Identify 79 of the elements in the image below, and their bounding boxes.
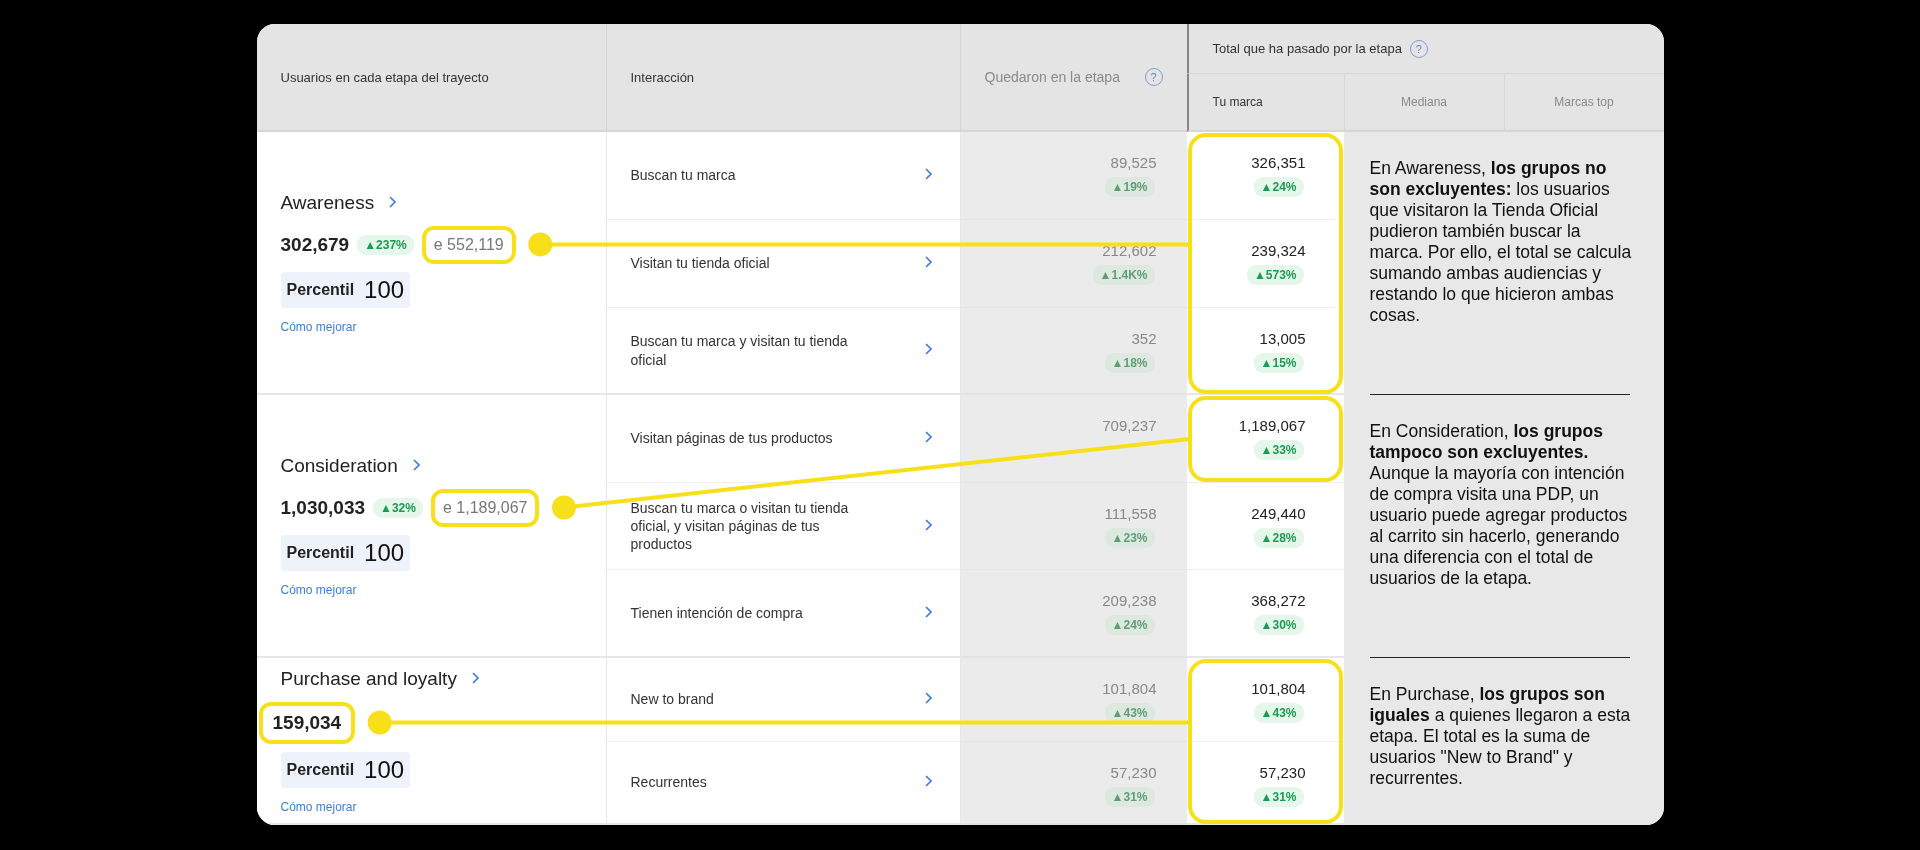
metric-value: 209,238 xyxy=(1102,592,1157,609)
change-badge: ▲573% xyxy=(1246,265,1304,285)
change-badge: ▲24% xyxy=(1253,177,1304,197)
change-badge: ▲18% xyxy=(1104,353,1155,373)
chevron-icon xyxy=(923,605,932,618)
improve-link[interactable]: Cómo mejorar xyxy=(280,582,357,597)
percentile-label: Percentil xyxy=(286,280,355,299)
chevron-icon xyxy=(923,518,932,531)
change-badge: ▲43% xyxy=(1104,703,1155,723)
metric-value: 352 xyxy=(1131,330,1157,347)
change-badge: ▲23% xyxy=(1104,528,1155,548)
change-badge: ▲19% xyxy=(1104,177,1155,197)
chevron-icon xyxy=(388,195,397,208)
metric-value: 239,324 xyxy=(1251,242,1306,259)
chevron-icon xyxy=(470,671,479,684)
annotation-text: En Purchase, los grupos son iguales a quienes llegaron a esta etapa. El total es la suma de usuarios "New to Brand" y recurrentes. xyxy=(1369,684,1632,789)
metric-value: 326,351 xyxy=(1251,154,1306,171)
stage-title: Purchase and loyalty xyxy=(280,667,457,690)
interaction-row[interactable]: Buscan tu marca o visitan tu tienda oficial, y visitan páginas de tus productos xyxy=(606,483,961,570)
metric-value: 111,558 xyxy=(1104,505,1157,522)
column-header: Interacción xyxy=(630,69,695,85)
column-header: Mediana xyxy=(1401,95,1447,109)
metric-value: 212,602 xyxy=(1102,242,1157,259)
improve-link[interactable]: Cómo mejorar xyxy=(280,799,357,814)
metric-value: 101,804 xyxy=(1251,680,1306,697)
stage-title: Consideration xyxy=(280,454,398,477)
interaction-row[interactable]: Recurrentes xyxy=(606,742,961,825)
metric-value: 101,804 xyxy=(1102,680,1157,697)
metric-value: 709,237 xyxy=(1102,417,1157,434)
percentile-value: 100 xyxy=(364,275,405,304)
change-badge: ▲237% xyxy=(357,234,414,255)
chevron-icon xyxy=(923,343,932,356)
stage-total: 1,030,033 xyxy=(280,496,366,519)
interaction-row[interactable]: Visitan tu tienda oficial xyxy=(606,220,961,308)
change-badge: ▲33% xyxy=(1253,440,1304,460)
interaction-row[interactable]: Buscan tu marca xyxy=(606,132,961,220)
column-header: Usuarios en cada etapa del trayecto xyxy=(280,69,489,85)
metric-value: 89,525 xyxy=(1110,154,1157,171)
chevron-icon xyxy=(923,168,932,181)
metric-value: 368,272 xyxy=(1251,592,1306,609)
change-badge: ▲32% xyxy=(373,497,423,518)
column-header: Marcas top xyxy=(1554,95,1614,109)
stage-total: 159,034 xyxy=(258,701,356,744)
change-badge: ▲28% xyxy=(1253,528,1304,548)
chevron-icon xyxy=(923,431,932,444)
metric-value: 13,005 xyxy=(1259,330,1306,347)
change-badge: ▲1.4K% xyxy=(1092,265,1155,285)
chevron-icon xyxy=(411,458,420,471)
column-header: Tu marca xyxy=(1212,95,1263,109)
metric-value: 57,230 xyxy=(1110,764,1157,781)
change-badge: ▲30% xyxy=(1253,615,1304,635)
improve-link[interactable]: Cómo mejorar xyxy=(280,319,357,334)
percentile-value: 100 xyxy=(364,755,405,784)
metric-value: 57,230 xyxy=(1259,764,1306,781)
percentile-label: Percentil xyxy=(286,543,355,562)
chevron-icon xyxy=(923,775,932,788)
change-badge: ▲31% xyxy=(1104,787,1155,807)
stage-title: Awareness xyxy=(280,191,375,214)
percentile-value: 100 xyxy=(364,538,405,567)
change-badge: ▲15% xyxy=(1253,353,1304,373)
interaction-row[interactable]: Buscan tu marca y visitan tu tienda oficial xyxy=(606,308,961,395)
compared-value: e 1,189,067 xyxy=(430,488,540,527)
interaction-row[interactable]: Visitan páginas de tus productos xyxy=(606,395,961,483)
chevron-icon xyxy=(923,692,932,705)
chevron-icon xyxy=(923,256,932,269)
metric-value: 1,189,067 xyxy=(1238,417,1306,434)
stage-total: 302,679 xyxy=(280,233,350,256)
annotation-text: En Consideration, los grupos tampoco son excluyentes. Aunque la mayoría con intención de compra visita una PDP, un usuario puede agregar productos al carrito sin hacerlo, generando una diferencia con el total de usuarios de la etapa. xyxy=(1369,421,1629,589)
column-group-header: Total que ha pasado por la etapa xyxy=(1212,41,1402,56)
percentile-label: Percentil xyxy=(286,760,355,779)
annotation-text: En Awareness, los grupos no son excluyentes: los usuarios que visitaron la Tienda Oficial pudieron también buscar la marca. Por ello, el total se calcula sumando ambas audiencias y restando lo que hicieron ambas cosas. xyxy=(1369,158,1633,326)
change-badge: ▲43% xyxy=(1253,703,1304,723)
change-badge: ▲31% xyxy=(1253,787,1304,807)
column-header: Quedaron en la etapa xyxy=(984,67,1121,87)
metric-value: 249,440 xyxy=(1251,505,1306,522)
interaction-row[interactable]: New to brand xyxy=(606,658,961,742)
compared-value: e 552,119 xyxy=(421,225,516,264)
interaction-row[interactable]: Tienen intención de compra xyxy=(606,570,961,658)
change-badge: ▲24% xyxy=(1104,615,1155,635)
